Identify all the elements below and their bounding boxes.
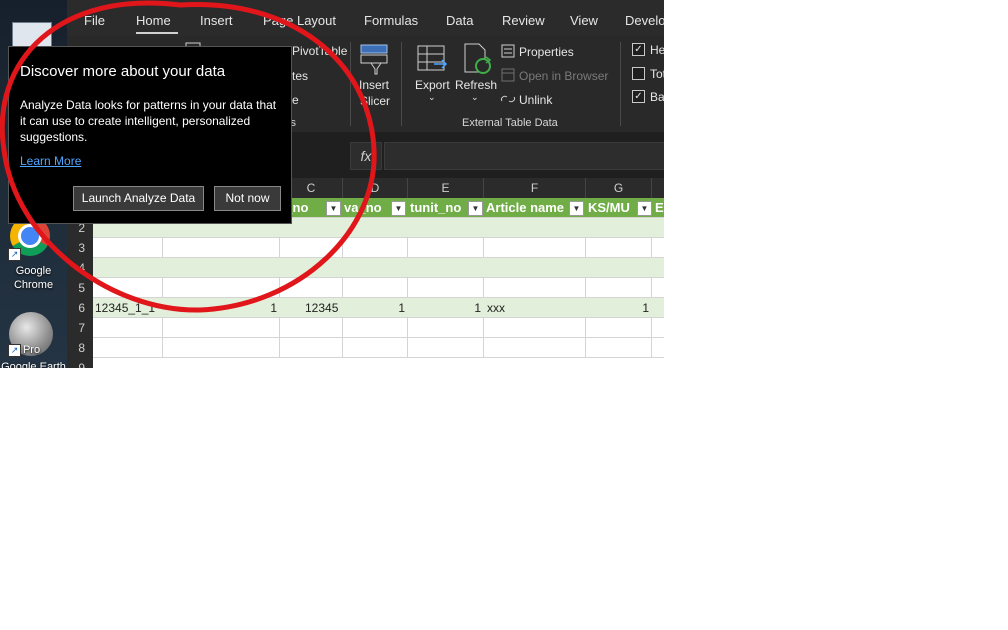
screenshot-area: Fo ↗ Google Chrome ↗ Pro Google Earth Fi… bbox=[0, 0, 664, 368]
annotation-circle bbox=[0, 0, 377, 313]
